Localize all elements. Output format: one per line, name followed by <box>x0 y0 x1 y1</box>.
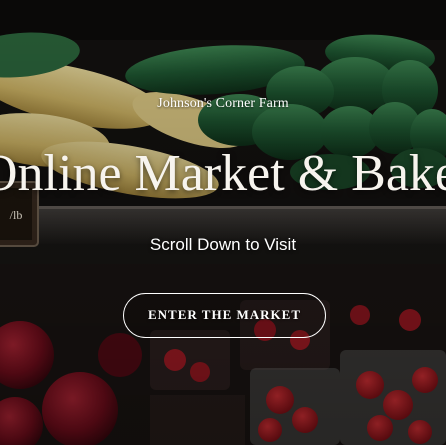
enter-market-button[interactable]: ENTER THE MARKET <box>123 293 326 338</box>
hero-subhead: Scroll Down to Visit <box>149 235 297 254</box>
shelf-price-sign-text: /lb <box>9 208 23 222</box>
farm-name: Johnson's Corner Farm <box>157 96 289 111</box>
hero-headline: Online Market & Bakery <box>0 145 446 202</box>
hero-section: Johnson's Corner Farm Online Market & Ba… <box>0 0 446 445</box>
dark-overlay <box>0 0 446 445</box>
